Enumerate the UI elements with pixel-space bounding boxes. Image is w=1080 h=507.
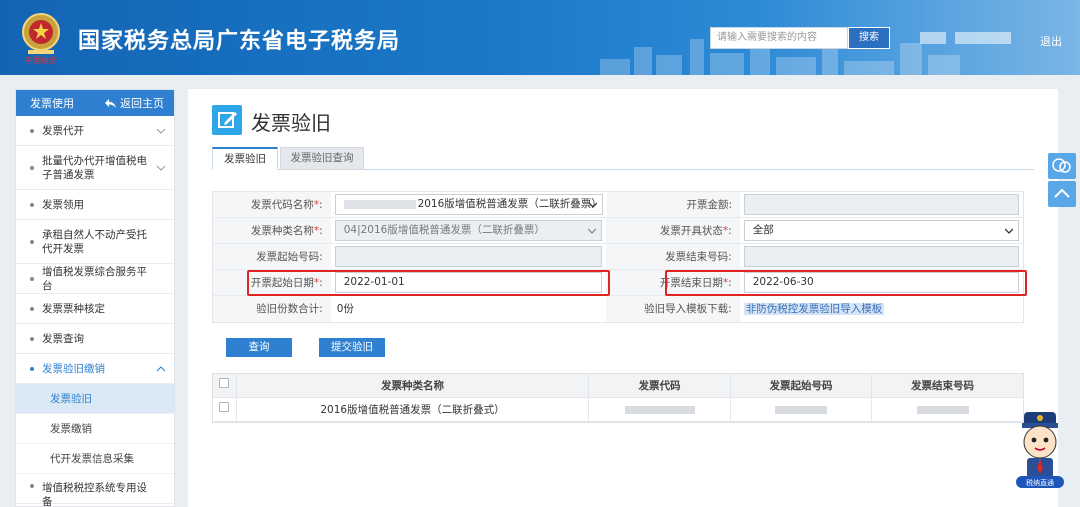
count-total-label: 验旧份数合计: (213, 296, 331, 322)
user-info-redacted (955, 32, 1011, 44)
sidebar-subitem-invoice-cancel[interactable]: 发票缴销 (16, 414, 174, 444)
sidebar-item-invoice-receive[interactable]: 发票领用 (16, 190, 174, 220)
back-home-button[interactable]: 返回主页 (105, 95, 164, 111)
end-number-field[interactable] (743, 246, 1019, 267)
tax-emblem-icon: 中国税务 (22, 13, 60, 65)
submit-verify-button[interactable]: 提交验旧 (319, 338, 385, 357)
sidebar: 发票使用 返回主页 发票代开 批量代办代开增值税电子普通发票 发票领用 承租自然… (15, 89, 175, 507)
chevron-up-icon (156, 365, 166, 371)
bullet-icon (30, 128, 34, 133)
table-header-row: 发票种类名称 发票代码 发票起始号码 发票结束号码 (213, 374, 1023, 398)
row-select-cell (213, 398, 237, 421)
form-row: 发票代码名称*: 2016版增值税普通发票（二联折叠票） 开票金额: (213, 192, 1023, 218)
edit-page-icon (212, 105, 242, 135)
sidebar-item-invoice-type-approval[interactable]: 发票票种核定 (16, 294, 174, 324)
bullet-icon (30, 276, 34, 281)
bullet-icon (30, 366, 34, 371)
site-header: 中国税务 国家税务总局广东省电子税务局 请输入需要搜索的内容 搜索 退出 (0, 0, 1080, 75)
back-to-top-button[interactable] (1048, 181, 1076, 207)
invoice-table: 发票种类名称 发票代码 发票起始号码 发票结束号码 2016版增值税普通发票（二… (212, 373, 1024, 423)
start-number-field[interactable] (334, 246, 603, 267)
cell-end-number (872, 398, 1013, 421)
invoice-type-name-select[interactable]: 04|2016版增值税普通发票（二联折叠票） (334, 220, 603, 241)
logout-link[interactable]: 退出 (1040, 33, 1062, 49)
bullet-icon (30, 306, 34, 311)
chevron-down-icon (156, 165, 166, 171)
chevron-down-icon (1005, 228, 1013, 234)
user-info-redacted (920, 32, 946, 44)
form-row: 发票种类名称*: 04|2016版增值税普通发票（二联折叠票） 发票开具状态*:… (213, 218, 1023, 244)
sidebar-subitem-invoice-verify[interactable]: 发票验旧 (16, 384, 174, 414)
issue-status-label: 发票开具状态*: (606, 218, 740, 243)
redacted-value (624, 406, 695, 414)
site-title[interactable]: 国家税务总局广东省电子税务局 (78, 23, 400, 55)
column-header-start-number[interactable]: 发票起始号码 (731, 374, 872, 397)
sidebar-header: 发票使用 返回主页 (16, 90, 174, 116)
main-panel: 发票验旧 发票验旧 发票验旧查询 发票代码名称*: 2016版增值税普通发票（二… (188, 89, 1058, 507)
end-number-label: 发票结束号码: (606, 244, 740, 269)
tab-invoice-verify[interactable]: 发票验旧 (212, 147, 278, 170)
chat-widget-button[interactable] (1048, 153, 1076, 179)
highlight-end-date (665, 270, 1027, 296)
bullet-icon (30, 239, 34, 244)
chevron-down-icon (588, 202, 597, 208)
tab-invoice-verify-query[interactable]: 发票验旧查询 (280, 147, 364, 170)
sidebar-item-invoice-agent-issue[interactable]: 发票代开 (16, 116, 174, 146)
invoice-type-name-label: 发票种类名称*: (213, 218, 331, 243)
start-number-label: 发票起始号码: (213, 244, 331, 269)
template-download-link[interactable]: 非防伪税控发票验旧导入模板 (743, 303, 885, 315)
sidebar-item-vat-service-platform[interactable]: 增值税发票综合服务平台 (16, 264, 174, 294)
chevron-down-icon (156, 128, 166, 134)
tab-bar: 发票验旧 发票验旧查询 (212, 147, 1034, 170)
chevron-up-icon (1054, 188, 1070, 198)
issue-status-select[interactable]: 全部 (743, 220, 1019, 241)
column-header-end-number[interactable]: 发票结束号码 (872, 374, 1013, 397)
sidebar-section-title: 发票使用 (30, 97, 74, 110)
sidebar-item-invoice-verify-cancel[interactable]: 发票验旧缴销 (16, 354, 174, 384)
search-input[interactable]: 请输入需要搜索的内容 (710, 27, 848, 49)
select-all-checkbox[interactable] (219, 378, 229, 388)
column-header-type-name[interactable]: 发票种类名称 (237, 374, 589, 397)
cell-start-number (731, 398, 872, 421)
sidebar-subitem-agent-invoice-collect[interactable]: 代开发票信息采集 (16, 444, 174, 474)
select-all-cell (213, 374, 237, 397)
form-row: 验旧份数合计: 0份 验旧导入模板下载: 非防伪税控发票验旧导入模板 (213, 296, 1023, 322)
invoice-code-name-label: 发票代码名称*: (213, 192, 331, 217)
redacted-value (775, 406, 827, 414)
row-checkbox[interactable] (219, 402, 229, 412)
bullet-icon (30, 484, 34, 488)
svg-text:税纳直通: 税纳直通 (1026, 478, 1054, 487)
invoice-code-name-select[interactable]: 2016版增值税普通发票（二联折叠票） (334, 194, 603, 215)
search-button[interactable]: 搜索 (848, 27, 890, 49)
verify-form: 发票代码名称*: 2016版增值税普通发票（二联折叠票） 开票金额: 发票种类名… (212, 191, 1024, 323)
back-arrow-icon (105, 98, 116, 108)
bullet-icon (30, 202, 34, 207)
cell-type-name: 2016版增值税普通发票（二联折叠式） (237, 398, 589, 421)
sidebar-item-invoice-query[interactable]: 发票查询 (16, 324, 174, 354)
template-download-label: 验旧导入模板下载: (606, 296, 740, 322)
form-row: 发票起始号码: 发票结束号码: (213, 244, 1023, 270)
sidebar-item-lessor-property[interactable]: 承租自然人不动产受托代开发票 (16, 220, 174, 264)
chat-bubble-icon (1052, 158, 1071, 173)
page-title: 发票验旧 (251, 111, 331, 135)
cell-code (589, 398, 731, 421)
sidebar-item-tax-control-device[interactable]: 增值税税控系统专用设备 (16, 474, 174, 506)
column-header-code[interactable]: 发票代码 (589, 374, 731, 397)
svg-text:中国税务: 中国税务 (25, 55, 57, 65)
invoice-amount-label: 开票金额: (606, 192, 741, 217)
invoice-amount-field[interactable] (744, 194, 1019, 215)
chevron-down-icon (588, 228, 597, 234)
bullet-icon (30, 336, 34, 341)
highlight-start-date (247, 270, 610, 296)
redacted-code (343, 199, 416, 209)
tax-assistant-mascot[interactable]: 税纳直通 (1010, 410, 1070, 492)
sidebar-item-batch-e-invoice[interactable]: 批量代办代开增值税电子普通发票 (16, 146, 174, 190)
count-total-value: 0份 (336, 303, 354, 315)
table-row[interactable]: 2016版增值税普通发票（二联折叠式） (213, 398, 1023, 422)
query-button[interactable]: 查询 (226, 338, 292, 357)
redacted-value (916, 406, 969, 414)
bullet-icon (30, 165, 34, 170)
